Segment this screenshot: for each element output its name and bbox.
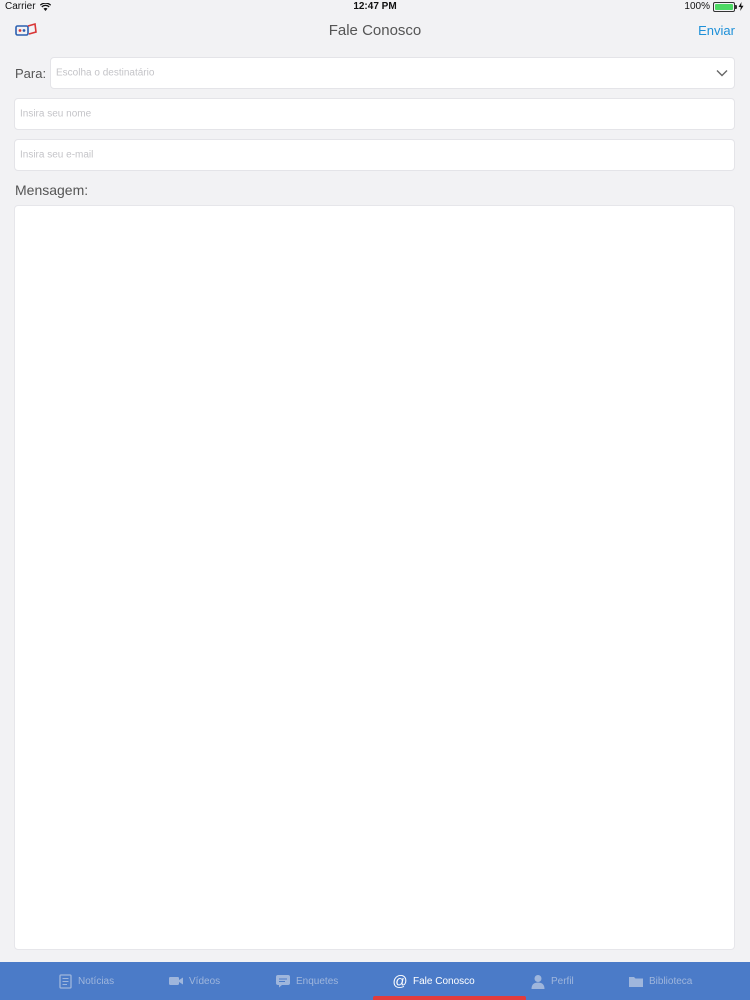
message-textarea[interactable] — [14, 205, 735, 950]
chevron-down-icon — [716, 70, 728, 77]
email-field[interactable]: Insira seu e-mail — [14, 139, 735, 171]
name-placeholder: Insira seu nome — [20, 108, 92, 120]
email-placeholder: Insira seu e-mail — [20, 149, 94, 161]
chat-bubble-icon — [275, 973, 291, 989]
send-button[interactable]: Enviar — [698, 23, 735, 38]
battery-percent: 100% — [684, 1, 710, 12]
newspaper-icon — [57, 973, 73, 989]
tab-videos[interactable]: Vídeos — [168, 962, 220, 1000]
folder-icon — [628, 973, 644, 989]
tab-label: Perfil — [551, 975, 574, 987]
at-sign-icon: @ — [392, 972, 408, 990]
battery-icon — [713, 1, 737, 12]
to-label: Para: — [15, 66, 47, 81]
recipient-select[interactable]: Escolha o destinatário — [50, 57, 735, 89]
person-icon — [530, 973, 546, 989]
tab-enquetes[interactable]: Enquetes — [275, 962, 338, 1000]
battery-group: 100% — [684, 1, 744, 12]
tab-label: Fale Conosco — [413, 975, 475, 987]
contact-screen: Carrier 12:47 PM 100% Fale Conosco Envia… — [0, 0, 750, 1000]
tab-label: Enquetes — [296, 975, 339, 987]
message-label: Mensagem: — [15, 182, 89, 198]
status-time: 12:47 PM — [353, 1, 397, 12]
tab-label: Notícias — [78, 975, 115, 987]
tab-bar: Notícias Vídeos Enquetes @ Fale Conosco … — [0, 962, 750, 1000]
tab-noticias[interactable]: Notícias — [57, 962, 114, 1000]
tab-biblioteca[interactable]: Biblioteca — [628, 962, 692, 1000]
video-camera-icon — [168, 973, 184, 989]
page-title: Fale Conosco — [328, 22, 422, 39]
battery-fill — [715, 3, 733, 10]
tab-label: Vídeos — [189, 975, 221, 987]
charging-icon — [738, 2, 744, 11]
tab-label: Biblioteca — [649, 975, 693, 987]
recipient-placeholder: Escolha o destinatário — [56, 67, 155, 79]
tab-fale-conosco[interactable]: @ Fale Conosco — [392, 962, 475, 1000]
active-tab-indicator — [373, 996, 526, 1000]
status-bar: Carrier 12:47 PM 100% — [0, 0, 750, 14]
name-field[interactable]: Insira seu nome — [14, 98, 735, 130]
tab-perfil[interactable]: Perfil — [530, 962, 574, 1000]
navigation-bar: Fale Conosco Enviar — [0, 14, 750, 48]
